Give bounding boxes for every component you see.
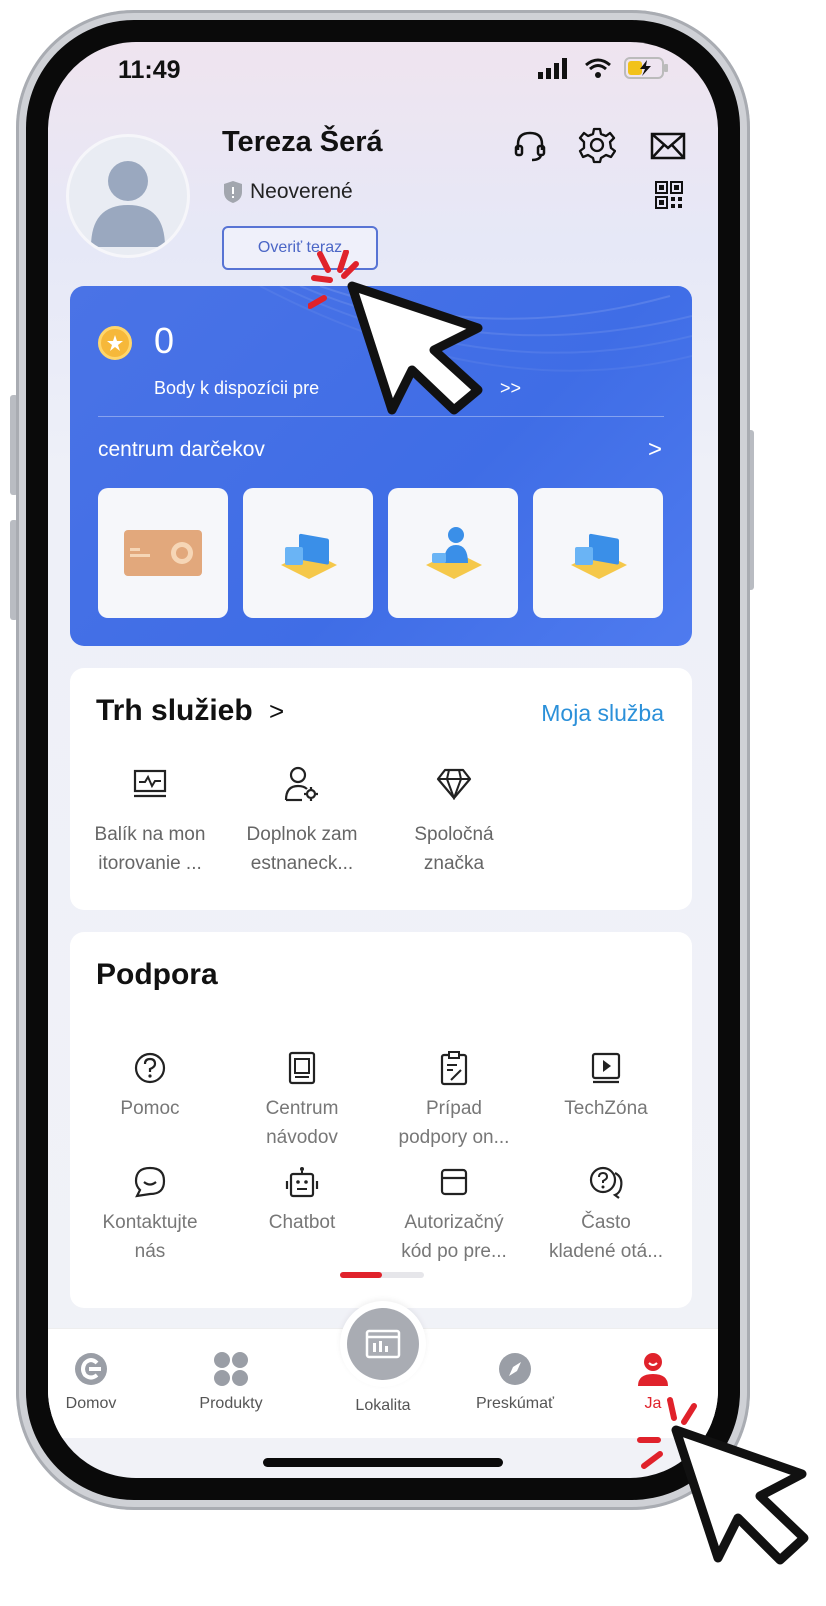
- my-service-link[interactable]: Moja služba: [541, 700, 664, 727]
- chevron-right-icon[interactable]: >: [648, 436, 662, 464]
- nav-products[interactable]: Produkty: [176, 1349, 286, 1413]
- support-item-label: Centrum: [265, 1098, 339, 1119]
- service-item-label: estnaneck...: [250, 853, 354, 874]
- service-item-label: značka: [423, 853, 485, 874]
- status-time: 11:49: [118, 56, 181, 84]
- page-indicator: [340, 1272, 424, 1278]
- bottom-nav: Domov Produkty Lokalita Preskúmať Ja: [48, 1301, 718, 1438]
- coin-icon: [98, 326, 132, 360]
- support-item-label: kladené otá...: [548, 1241, 664, 1262]
- wifi-icon: [585, 58, 611, 78]
- faq-bubbles-icon: [589, 1166, 623, 1199]
- gift-tile-4[interactable]: [533, 488, 663, 618]
- support-item-label: kód po pre...: [401, 1241, 507, 1262]
- service-item-label: itorovanie ...: [98, 853, 202, 874]
- support-item-label: Chatbot: [268, 1212, 336, 1233]
- chat-bubble-icon: [134, 1166, 166, 1198]
- support-item-auth-code[interactable]: Autorizačný kód po pre...: [378, 1162, 530, 1266]
- shield-icon: [224, 181, 242, 203]
- avatar[interactable]: [66, 134, 190, 258]
- diamond-icon: [436, 768, 472, 800]
- nav-label: Preskúmať: [475, 1395, 555, 1412]
- battery-charging-icon: [624, 57, 668, 79]
- page-indicator-active: [340, 1272, 382, 1278]
- gift-card-image: [124, 530, 202, 576]
- service-item-employee-addon[interactable]: Doplnok zam estnaneck...: [226, 762, 378, 878]
- verification-status: Neoverené: [222, 180, 353, 204]
- service-item-label: Doplnok zam: [246, 824, 358, 845]
- support-item-label: Prípad: [426, 1098, 482, 1119]
- support-item-label: návodov: [266, 1127, 338, 1148]
- service-market-card: Trh služieb > Moja služba Balík na mon it…: [70, 668, 692, 910]
- headset-icon[interactable]: [510, 126, 550, 166]
- chevron-right-icon: >: [269, 696, 285, 726]
- points-more-link[interactable]: >>: [500, 378, 521, 399]
- nav-label: Produkty: [199, 1395, 263, 1412]
- support-title: Podpora: [96, 958, 218, 991]
- device-package-image: [571, 533, 627, 579]
- support-item-help[interactable]: Pomoc: [74, 1048, 226, 1123]
- nav-label: Lokalita: [355, 1397, 411, 1414]
- nav-label: Domov: [65, 1395, 117, 1412]
- grid-icon: [214, 1352, 248, 1386]
- gift-tile-2[interactable]: [243, 488, 373, 618]
- cursor-pointer-icon: [308, 250, 483, 415]
- support-item-label: podpory on...: [398, 1127, 510, 1148]
- status-icons: [538, 56, 670, 80]
- support-item-faq[interactable]: Často kladené otá...: [530, 1162, 682, 1266]
- nav-explore[interactable]: Preskúmať: [460, 1349, 570, 1413]
- service-market-title-text: Trh služieb: [96, 694, 253, 727]
- home-logo-icon: [75, 1353, 107, 1385]
- support-item-contact[interactable]: Kontaktujte nás: [74, 1162, 226, 1266]
- play-document-icon: [591, 1052, 621, 1084]
- support-item-guides[interactable]: Centrum návodov: [226, 1048, 378, 1152]
- cursor-pointer-icon: [637, 1397, 809, 1565]
- user-name: Tereza Šerá: [222, 126, 383, 158]
- site-icon: [365, 1329, 401, 1359]
- robot-icon: [285, 1167, 319, 1198]
- service-item-label: Spoločná: [414, 824, 494, 845]
- points-value: 0: [154, 320, 175, 361]
- mail-icon[interactable]: [648, 128, 688, 164]
- gift-tile-3[interactable]: [388, 488, 518, 618]
- nav-site[interactable]: [340, 1301, 426, 1387]
- gift-center-title[interactable]: centrum darčekov: [98, 438, 265, 462]
- monitor-chart-icon: [133, 769, 167, 798]
- support-item-label: TechZóna: [564, 1098, 648, 1119]
- question-circle-icon: [134, 1052, 166, 1084]
- support-item-label: Pomoc: [120, 1098, 180, 1119]
- archive-box-icon: [440, 1168, 468, 1196]
- support-item-label: Autorizačný: [404, 1212, 504, 1233]
- support-item-case[interactable]: Prípad podpory on...: [378, 1048, 530, 1152]
- service-item-monitoring[interactable]: Balík na mon itorovanie ...: [74, 762, 226, 878]
- gift-tile-1[interactable]: [98, 488, 228, 618]
- verification-status-label: Neoverené: [250, 180, 353, 203]
- qr-code-icon[interactable]: [652, 178, 686, 212]
- home-indicator: [263, 1458, 503, 1467]
- person-icon: [638, 1353, 668, 1386]
- service-item-co-brand[interactable]: Spoločná značka: [378, 762, 530, 878]
- support-item-chatbot[interactable]: Chatbot: [226, 1162, 378, 1237]
- user-gear-icon: [284, 766, 318, 802]
- signal-icon: [538, 58, 567, 79]
- service-item-label: Balík na mon: [94, 824, 206, 845]
- avatar-placeholder-icon: [91, 161, 165, 247]
- person-package-image: [426, 527, 482, 579]
- compass-icon: [499, 1353, 531, 1385]
- gear-icon[interactable]: [576, 124, 618, 166]
- support-card: Podpora Pomoc Centrum návodov Prípad podpo…: [70, 932, 692, 1308]
- book-icon: [288, 1051, 316, 1085]
- support-item-label: Často: [581, 1212, 631, 1233]
- points-description[interactable]: Body k dispozícii pre: [154, 378, 319, 399]
- service-market-title[interactable]: Trh služieb >: [96, 694, 284, 728]
- nav-home[interactable]: Domov: [48, 1349, 146, 1413]
- support-item-techzone[interactable]: TechZóna: [530, 1048, 682, 1123]
- clipboard-icon: [440, 1051, 468, 1086]
- device-package-image: [281, 533, 337, 579]
- support-item-label: Kontaktujte: [102, 1212, 198, 1233]
- support-item-label: nás: [134, 1241, 166, 1262]
